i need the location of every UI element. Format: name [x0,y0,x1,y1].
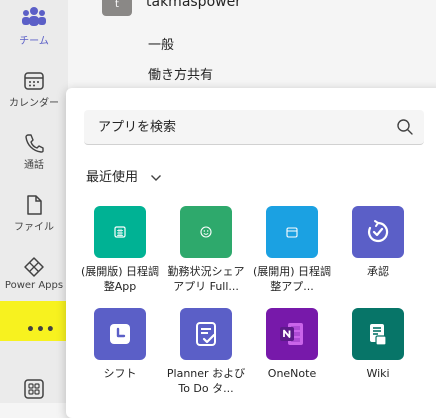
calendar-grid-icon [114,226,126,238]
app-tile [266,308,318,360]
rail-item-teams[interactable]: チーム [0,6,68,47]
rail-label-power-apps: Power Apps [4,280,64,291]
team-avatar: t [102,0,132,16]
search-icon[interactable] [396,118,414,136]
app-tile [94,308,146,360]
app-tile [352,308,404,360]
app-item[interactable]: シフト [80,308,160,381]
app-tile [180,206,232,258]
app-search-box [84,110,424,145]
app-item[interactable]: Planner および To Do タ... [166,308,246,396]
rail-item-power-apps[interactable]: Power Apps [0,256,68,291]
channel-general[interactable]: 一般 [148,34,174,53]
app-item[interactable]: Wiki [338,308,418,381]
channel-workstyle[interactable]: 働き方共有 [148,64,213,83]
rail-item-calendar[interactable]: カレンダー [0,70,68,109]
rail-label-calls: 通話 [24,160,44,171]
app-search-input[interactable] [96,116,390,138]
file-icon [27,195,42,215]
app-item[interactable]: 承認 [338,206,418,279]
app-name: Planner および To Do タ... [166,367,246,395]
app-name: シフト [103,367,137,380]
wiki-icon [370,324,387,346]
app-name: 承認 [367,265,389,278]
power-apps-icon [24,257,44,277]
app-rail: チーム カレンダー 通話 ファイル Power Apps ••• [0,0,76,403]
app-name: Wiki [366,367,390,380]
rail-item-files[interactable]: ファイル [0,194,68,233]
app-item[interactable]: OneNote [252,308,332,381]
apps-grid-icon [24,379,44,399]
app-name: (展開版) 日程調整App [80,265,160,293]
rail-item-apps[interactable] [0,378,68,400]
recent-section-label: 最近使用 [86,170,139,185]
app-tile [94,206,146,258]
chevron-down-icon [151,174,162,181]
recent-section-toggle[interactable]: 最近使用 [86,166,162,185]
apps-flyout: 最近使用 (展開版) 日程調整App 勤務状況シェアアプリ Full... [66,88,436,418]
app-tile [352,206,404,258]
app-item[interactable]: (展開版) 日程調整App [80,206,160,294]
teams-icon [22,7,46,26]
rail-label-files: ファイル [14,222,54,233]
approvals-icon [367,220,389,243]
rail-item-calls[interactable]: 通話 [0,132,68,171]
more-apps-button[interactable]: ••• [26,322,56,338]
planner-icon [196,322,216,346]
smiley-icon [200,226,212,238]
app-item[interactable]: (展開用) 日程調整アプ... [252,206,332,294]
rail-label-calendar: カレンダー [9,98,59,109]
phone-icon [25,134,44,153]
calendar-icon [286,227,298,238]
calendar-icon [24,72,44,90]
onenote-icon [280,323,303,345]
shifts-clock-icon [110,324,130,344]
app-tile [266,206,318,258]
app-item[interactable]: 勤務状況シェアアプリ Full... [166,206,246,294]
app-tile [180,308,232,360]
team-name: takmaspower [146,0,241,10]
team-channel-list: t takmaspower 一般 働き方共有 [68,0,436,100]
app-name: (展開用) 日程調整アプ... [252,265,332,293]
app-name: OneNote [267,367,317,380]
rail-label-teams: チーム [19,36,49,47]
app-name: 勤務状況シェアアプリ Full... [167,265,245,293]
